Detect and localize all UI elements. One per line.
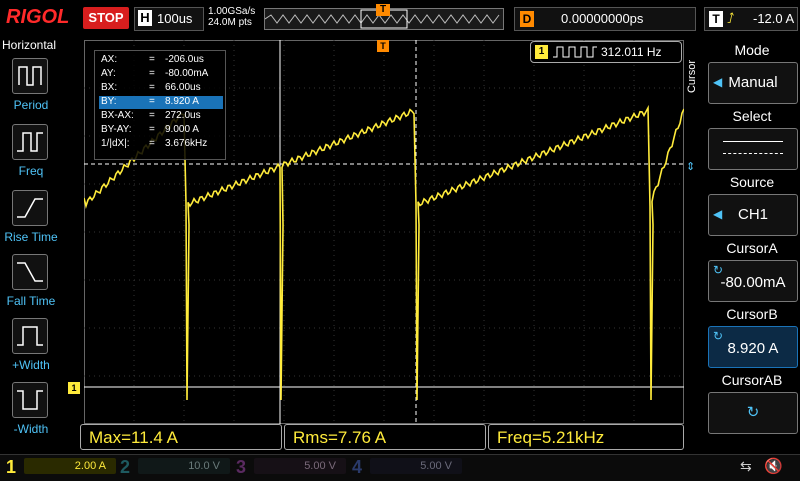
trigger-box[interactable]: T ⭜ -12.0 A xyxy=(704,7,798,31)
freq-counter-channel: 1 xyxy=(535,45,548,59)
freq-counter-value: 312.011 Hz xyxy=(601,45,662,59)
delay-value: 0.00000000ps xyxy=(561,11,644,26)
select-line-dashed xyxy=(723,153,783,154)
screen-trigger-marker[interactable]: T xyxy=(377,40,389,52)
mode-title: Mode xyxy=(734,42,770,58)
cursor-a-softkey[interactable]: ↻ -80.00mA xyxy=(708,260,798,302)
ch2-scale: 10.0 V xyxy=(138,458,230,474)
ch2-number: 2 xyxy=(120,457,131,477)
cursor-readout-panel: AX: = -206.0us AY: = -80.00mA BX: = 66.00us BY… xyxy=(94,50,226,160)
readout-row-by: BY: = 8.920 A xyxy=(99,96,223,109)
readout-row-by-ay: BY-AY: = 9.000 A xyxy=(101,124,199,135)
cursor-b-softkey[interactable]: ↻ 8.920 A xyxy=(708,326,798,368)
readout-row-ax: AX: = -206.0us xyxy=(101,54,204,65)
source-softkey[interactable]: ◀ CH1 xyxy=(708,194,798,236)
cursor-menu-label: Cursor xyxy=(686,60,698,94)
horizontal-label: H xyxy=(138,10,152,26)
usb-icon: ⇆ xyxy=(740,458,752,474)
left-menu-title: Horizontal xyxy=(2,38,57,52)
sample-rate: 1.00GSa/s xyxy=(208,6,256,17)
mode-value: Manual xyxy=(728,74,778,91)
readout-row-inv-dx: 1/|dX|: = 3.676kHz xyxy=(101,138,208,149)
neg-width-label: -Width xyxy=(13,422,49,436)
neg-width-icon xyxy=(17,390,43,410)
mode-softkey[interactable]: ◀ Manual xyxy=(708,62,798,104)
knob-icon: ↻ xyxy=(746,404,760,421)
period-label: Period xyxy=(13,98,49,112)
source-title: Source xyxy=(729,174,775,190)
delay-label: D xyxy=(520,11,534,27)
rise-time-icon xyxy=(17,198,43,218)
trigger-label: T xyxy=(709,11,723,27)
ch3-scale: 5.00 V xyxy=(254,458,346,474)
ch4-scale: 5.00 V xyxy=(370,458,462,474)
timebase-box[interactable]: H 100us xyxy=(134,7,204,31)
memory-depth: 24.0M pts xyxy=(208,17,252,28)
pos-width-label: +Width xyxy=(12,358,50,372)
cursor-b-value: 8.920 A xyxy=(727,340,779,357)
speaker-mute-icon[interactable]: 🔇 xyxy=(764,457,783,475)
cursor-ab-softkey[interactable]: ↻ xyxy=(708,392,798,434)
fall-time-button[interactable] xyxy=(12,254,48,290)
readout-row-ay: AY: = -80.00mA xyxy=(101,68,209,79)
rise-time-button[interactable] xyxy=(12,190,48,226)
period-icon xyxy=(18,66,42,86)
rising-edge-icon: ⭜ xyxy=(727,10,735,26)
cursor-b-title: CursorB xyxy=(726,306,778,322)
period-button[interactable] xyxy=(12,58,48,94)
neg-width-button[interactable] xyxy=(12,382,48,418)
timebase-value: 100us xyxy=(157,11,193,26)
trigger-position-marker[interactable]: T xyxy=(376,4,390,16)
run-stop-badge[interactable]: STOP xyxy=(83,7,129,29)
select-softkey[interactable] xyxy=(708,128,798,170)
square-wave-icon xyxy=(553,46,597,58)
select-line-solid xyxy=(723,141,783,142)
fall-time-label: Fall Time xyxy=(6,294,56,308)
freq-icon xyxy=(17,132,43,152)
measurement-freq[interactable]: Freq=5.21kHz xyxy=(488,424,684,450)
cursor-ab-title: CursorAB xyxy=(721,372,783,388)
select-title: Select xyxy=(732,108,772,124)
measurement-max[interactable]: Max=11.4 A xyxy=(80,424,282,450)
readout-row-bx-ax: BX-AX: = 272.0us xyxy=(101,110,201,121)
measurement-rms[interactable]: Rms=7.76 A xyxy=(284,424,486,450)
brand-logo: RIGOL xyxy=(6,6,70,28)
cursor-a-value: -80.00mA xyxy=(720,274,786,291)
delay-box[interactable]: D 0.00000000ps xyxy=(514,7,696,31)
source-value: CH1 xyxy=(737,206,768,223)
cursor-a-title: CursorA xyxy=(726,240,778,256)
freq-button[interactable] xyxy=(12,124,48,160)
fall-time-icon xyxy=(17,262,43,282)
trigger-level: -12.0 A xyxy=(753,11,795,26)
ch4-number: 4 xyxy=(352,457,363,477)
ch3-number: 3 xyxy=(236,457,247,477)
ch1-scale: 2.00 A xyxy=(24,458,116,474)
frequency-counter[interactable]: 1 312.011 Hz xyxy=(530,41,682,63)
freq-label: Freq xyxy=(18,164,44,178)
trigger-level-arrow-icon: ⇕ xyxy=(686,161,696,173)
pos-width-icon xyxy=(17,326,43,346)
ch1-number: 1 xyxy=(6,457,17,477)
pos-width-button[interactable] xyxy=(12,318,48,354)
rise-time-label: Rise Time xyxy=(4,230,58,244)
ch1-ground-marker[interactable]: 1 xyxy=(68,382,80,394)
readout-row-bx: BX: = 66.00us xyxy=(101,82,201,93)
acquisition-info: 1.00GSa/s 24.0M pts xyxy=(208,6,255,28)
